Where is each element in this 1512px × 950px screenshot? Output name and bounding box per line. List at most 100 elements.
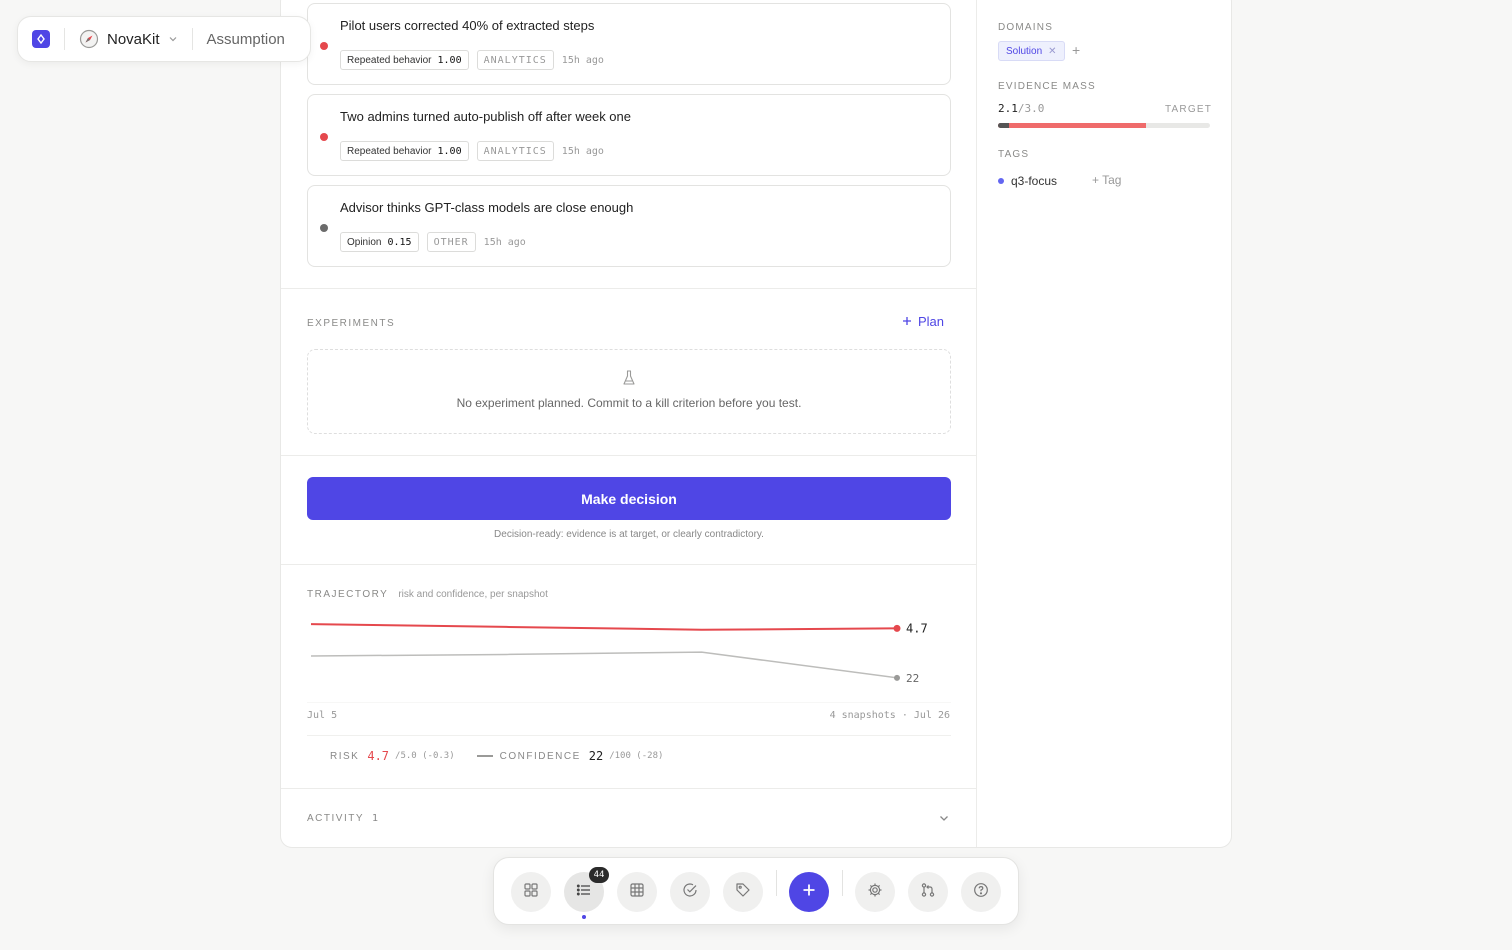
evidence-mass-fill bbox=[998, 123, 1147, 128]
grid-icon bbox=[523, 882, 539, 903]
create-button[interactable] bbox=[789, 872, 829, 912]
divider bbox=[776, 870, 777, 896]
experiments-heading: EXPERIMENTS bbox=[307, 318, 396, 329]
project-name[interactable]: NovaKit bbox=[107, 31, 160, 48]
confidence-series-line bbox=[310, 651, 898, 679]
confidence-legend-value: 22 bbox=[588, 749, 604, 763]
divider bbox=[281, 288, 977, 289]
empty-message: No experiment planned. Commit to a kill … bbox=[456, 396, 802, 410]
source-badge: ANALYTICS bbox=[476, 141, 554, 161]
remove-domain-icon[interactable]: ✕ bbox=[1048, 46, 1056, 57]
confidence-end-label: 22 bbox=[906, 672, 919, 685]
divider bbox=[281, 564, 977, 565]
breadcrumb: NovaKit Assumption bbox=[17, 16, 311, 62]
flask-icon bbox=[622, 370, 636, 391]
domains-label: DOMAINS bbox=[998, 22, 1054, 33]
table-view-button[interactable] bbox=[617, 872, 657, 912]
x-axis-start-label: Jul 5 bbox=[307, 710, 338, 721]
trajectory-heading: TRAJECTORY bbox=[307, 589, 389, 600]
help-icon bbox=[973, 882, 989, 903]
risk-end-point bbox=[893, 624, 901, 632]
activity-section-toggle[interactable]: ACTIVITY 1 bbox=[307, 813, 378, 824]
timestamp: 15h ago bbox=[561, 145, 604, 157]
decisions-button[interactable] bbox=[670, 872, 710, 912]
tags-button[interactable] bbox=[723, 872, 763, 912]
timestamp: 15h ago bbox=[483, 236, 526, 248]
list-icon bbox=[576, 882, 592, 903]
entity-kind: Assumption bbox=[206, 30, 285, 48]
add-domain-button[interactable]: + bbox=[1072, 42, 1080, 58]
evidence-mass-label: EVIDENCE MASS bbox=[998, 81, 1096, 92]
evidence-mass-value: 2.1/3.0 bbox=[998, 102, 1045, 115]
trajectory-chart: 4.7 22 bbox=[307, 621, 951, 703]
chevron-down-icon[interactable] bbox=[938, 811, 950, 829]
risk-legend-label: RISK bbox=[330, 750, 360, 762]
active-indicator bbox=[582, 915, 586, 919]
x-axis-end-label: 4 snapshots · Jul 26 bbox=[829, 710, 950, 721]
evidence-mass-cap bbox=[998, 123, 1009, 128]
evidence-title: Advisor thinks GPT-class models are clos… bbox=[340, 200, 634, 215]
divider bbox=[281, 788, 977, 789]
experiments-empty-state: No experiment planned. Commit to a kill … bbox=[307, 349, 951, 434]
plus-icon bbox=[902, 314, 912, 329]
tag-dot bbox=[998, 178, 1004, 184]
source-badge: OTHER bbox=[426, 232, 476, 252]
evidence-card[interactable]: Pilot users corrected 40% of extracted s… bbox=[307, 3, 951, 85]
target-label: TARGET bbox=[1164, 104, 1212, 115]
evidence-card[interactable]: Two admins turned auto-publish off after… bbox=[307, 94, 951, 176]
divider bbox=[281, 455, 977, 456]
divider bbox=[191, 28, 193, 50]
assumption-panel: Pilot users corrected 40% of extracted s… bbox=[280, 0, 1232, 848]
list-count-badge: 44 bbox=[589, 867, 609, 883]
app-logo-icon[interactable] bbox=[32, 30, 50, 48]
make-decision-button[interactable]: Make decision bbox=[307, 477, 951, 520]
divider bbox=[307, 735, 951, 736]
risk-legend-detail: /5.0 (-0.3) bbox=[395, 751, 455, 761]
branches-button[interactable] bbox=[908, 872, 948, 912]
add-tag-button[interactable]: + Tag bbox=[1092, 173, 1121, 187]
risk-legend-value: 4.7 bbox=[367, 749, 390, 763]
tag-icon bbox=[735, 882, 751, 903]
divider bbox=[64, 28, 65, 50]
timestamp: 15h ago bbox=[561, 54, 604, 66]
strength-chip: Repeated behavior 1.00 bbox=[340, 50, 469, 70]
confidence-legend-swatch bbox=[476, 755, 493, 757]
evidence-mass-bar bbox=[998, 123, 1210, 128]
risk-series-line bbox=[310, 623, 898, 631]
decision-note: Decision-ready: evidence is at target, o… bbox=[494, 529, 764, 540]
evidence-title: Two admins turned auto-publish off after… bbox=[340, 109, 631, 124]
activity-heading: ACTIVITY bbox=[307, 813, 365, 824]
strength-chip: Repeated behavior 1.00 bbox=[340, 141, 469, 161]
status-dot bbox=[320, 42, 328, 50]
gear-icon bbox=[867, 882, 883, 903]
source-badge: ANALYTICS bbox=[476, 50, 554, 70]
strength-chip: Opinion 0.15 bbox=[340, 232, 419, 252]
evidence-card[interactable]: Advisor thinks GPT-class models are clos… bbox=[307, 185, 951, 267]
domain-tag: Solution ✕ bbox=[998, 41, 1065, 61]
chart-legend: RISK 4.7 /5.0 (-0.3) CONFIDENCE 22 /100 … bbox=[330, 749, 663, 763]
grid-view-button[interactable] bbox=[511, 872, 551, 912]
table-icon bbox=[629, 882, 645, 903]
plus-icon bbox=[802, 883, 816, 902]
status-dot bbox=[320, 224, 328, 232]
settings-button[interactable] bbox=[855, 872, 895, 912]
bottom-dock: 44 bbox=[493, 857, 1019, 925]
check-circle-icon bbox=[682, 882, 698, 903]
evidence-title: Pilot users corrected 40% of extracted s… bbox=[340, 18, 595, 33]
main-column: Pilot users corrected 40% of extracted s… bbox=[281, 0, 977, 847]
status-dot bbox=[320, 133, 328, 141]
chevron-down-icon[interactable] bbox=[168, 34, 178, 44]
tags-label: TAGS bbox=[998, 149, 1030, 160]
plan-experiment-button[interactable]: Plan bbox=[902, 314, 944, 329]
confidence-legend-label: CONFIDENCE bbox=[499, 750, 581, 762]
risk-end-label: 4.7 bbox=[906, 621, 928, 635]
trajectory-subheading: risk and confidence, per snapshot bbox=[398, 589, 548, 600]
details-sidebar: DOMAINS Solution ✕ + EVIDENCE MASS 2.1/3… bbox=[977, 0, 1233, 847]
activity-count: 1 bbox=[372, 813, 379, 824]
confidence-legend-detail: /100 (-28) bbox=[609, 751, 664, 761]
tag-item[interactable]: q3-focus bbox=[998, 174, 1057, 188]
confidence-end-point bbox=[894, 674, 900, 681]
help-button[interactable] bbox=[961, 872, 1001, 912]
divider bbox=[842, 870, 843, 896]
compass-icon bbox=[79, 29, 99, 49]
